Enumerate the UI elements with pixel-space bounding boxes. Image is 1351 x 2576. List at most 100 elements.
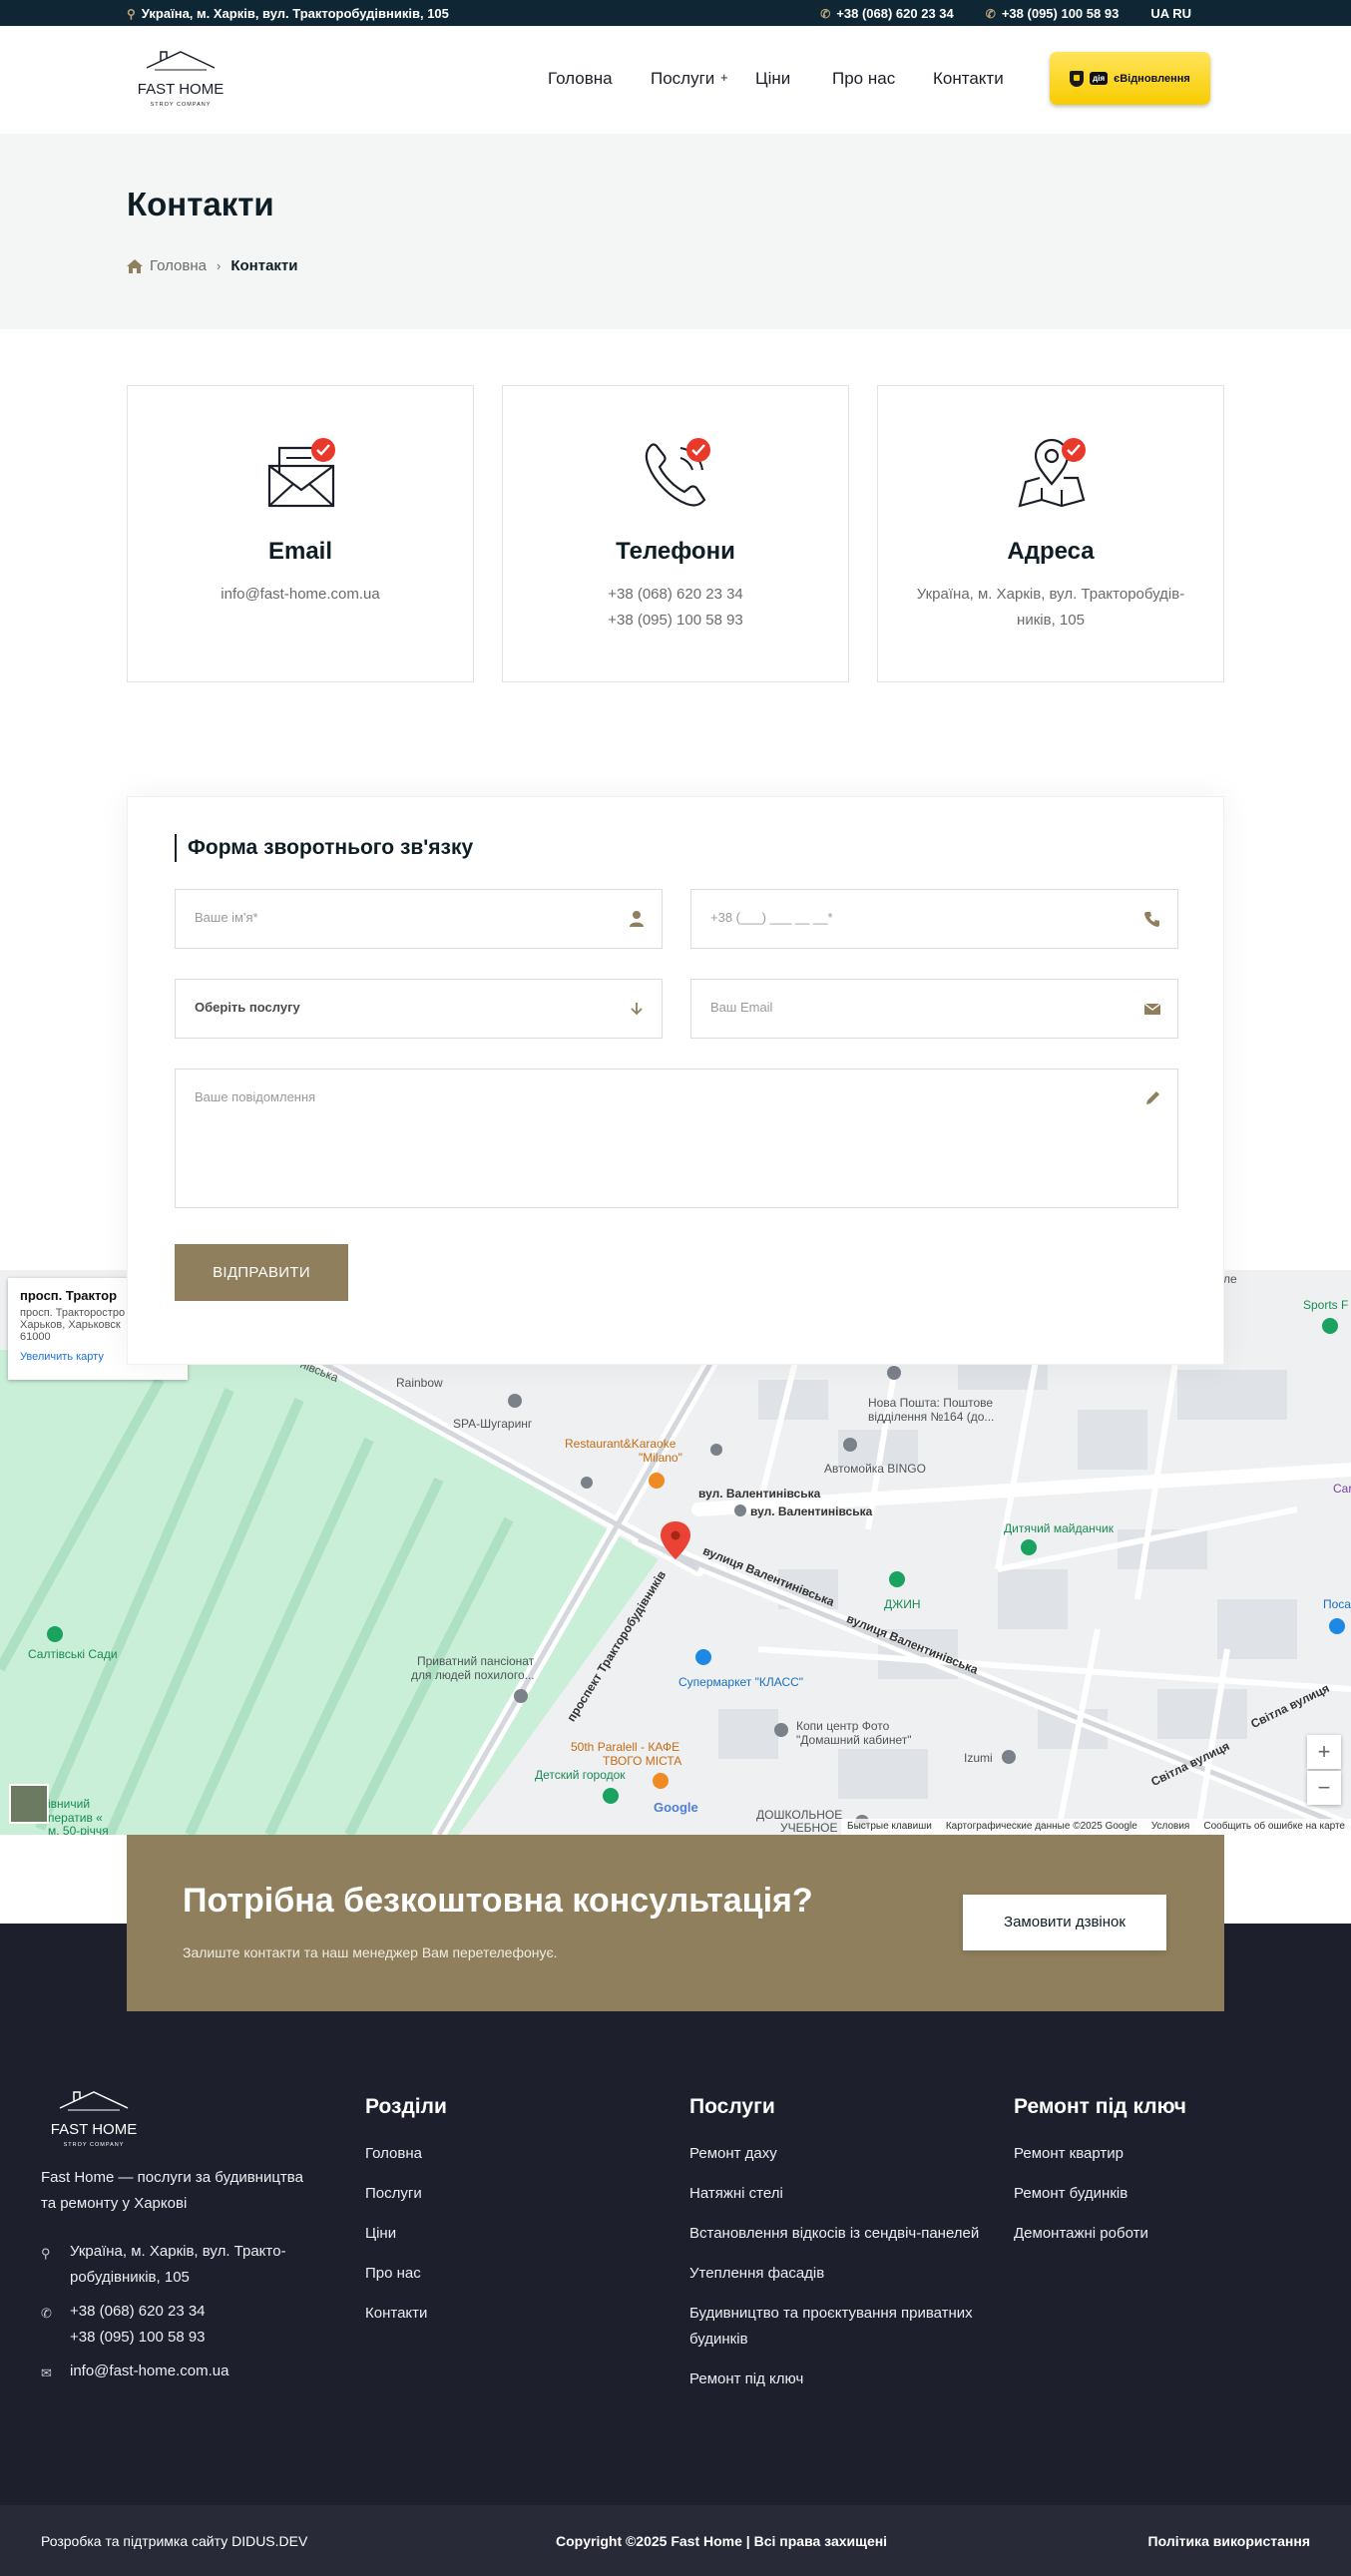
map-label: ДОШКОЛЬНОЕ [756, 1808, 843, 1822]
nav-item-prices[interactable]: Ціни [755, 69, 790, 89]
envelope-icon [1143, 1003, 1161, 1015]
developer-credit[interactable]: Розробка та підтримка сайту DIDUS.DEV [41, 2533, 307, 2549]
footer-logo[interactable]: FAST HOME STROY COMPANY [44, 2088, 144, 2154]
footer-col-title: Послуги [689, 2095, 775, 2118]
house-logo-icon: FAST HOME STROY COMPANY [51, 2091, 137, 2148]
map-label: івничий [48, 1797, 91, 1811]
zoom-in-button[interactable]: + [1307, 1735, 1341, 1769]
copyright: Copyright ©2025 Fast Home | Всі права за… [556, 2533, 888, 2549]
footer-link[interactable]: Ремонт будинків [1014, 2181, 1313, 2207]
footer-col-title: Ремонт під ключ [1014, 2095, 1186, 2118]
footer-link[interactable]: Натяжні стелі [689, 2181, 989, 2207]
footer-link[interactable]: Утеплення фасадів [689, 2261, 989, 2287]
submit-button[interactable]: ВІДПРАВИТИ [175, 1244, 348, 1301]
phone-icon: ✆ [985, 6, 996, 21]
breadcrumb-home-label[interactable]: Головна [150, 257, 207, 274]
map-label: ТВОГО МІСТА [603, 1754, 682, 1768]
breadcrumb-current: Контакти [230, 257, 298, 274]
language-switcher[interactable]: UA RU [1150, 6, 1191, 21]
footer-link[interactable]: Ціни [365, 2221, 645, 2247]
map-label: Поса [1323, 1597, 1351, 1611]
map-label: Приватний пансіонат [417, 1654, 535, 1668]
message-textarea[interactable]: Ваше повідомлення [175, 1069, 1178, 1208]
diia-evidnovlennia-button[interactable]: дія єВідновлення [1050, 52, 1210, 105]
footer-link[interactable]: Послуги [365, 2181, 645, 2207]
footer-phone-1[interactable]: +38 (068) 620 23 34 [70, 2299, 319, 2325]
card-title: Телефони [616, 538, 735, 565]
footer-col-title: Розділи [365, 2095, 447, 2118]
keyboard-shortcuts-link[interactable]: Быстрые клавиши [847, 1821, 932, 1833]
logo-name: FAST HOME [138, 81, 224, 98]
phones-card: Телефони +38 (068) 620 23 34 +38 (095) 1… [502, 385, 849, 682]
map-label: для людей похилого... [411, 1668, 535, 1682]
footer-phone-2[interactable]: +38 (095) 100 58 93 [70, 2325, 319, 2351]
card-value: +38 (068) 620 23 34 +38 (095) 100 58 93 [523, 582, 828, 634]
map-label: Супермаркет "КЛАСС" [678, 1675, 804, 1689]
topbar-phone-1[interactable]: ✆ +38 (068) 620 23 34 [820, 6, 954, 21]
phone-link-2[interactable]: +38 (095) 100 58 93 [523, 608, 828, 634]
email-link[interactable]: info@fast-home.com.ua [148, 582, 453, 608]
footer-link[interactable]: Встановлення відкосів із сендвіч-панелей [689, 2221, 989, 2247]
name-input[interactable]: Ваше ім'я* [175, 889, 663, 949]
map-data-credit: Картографические данные ©2025 Google [945, 1821, 1137, 1832]
chevron-right-icon: › [217, 258, 222, 273]
footer-link[interactable]: Ремонт даху [689, 2141, 989, 2167]
footer-link[interactable]: Ремонт під ключ [689, 2366, 989, 2392]
report-error-link[interactable]: Сообщить об ошибке на карте [1203, 1821, 1345, 1833]
house-logo-icon: FAST HOME STROY COMPANY [138, 51, 224, 108]
nav-item-contacts[interactable]: Контакти [933, 69, 1004, 89]
footer-link[interactable]: Про нас [365, 2261, 645, 2287]
footer-link[interactable]: Демонтажні роботи [1014, 2221, 1313, 2247]
topbar-phone-2-text[interactable]: +38 (095) 100 58 93 [1002, 6, 1119, 21]
home-icon [127, 258, 143, 273]
location-pin-icon: ⚲ [127, 6, 136, 21]
site-logo[interactable]: FAST HOME STROY COMPANY [133, 48, 228, 114]
card-value: info@fast-home.com.ua [148, 582, 453, 608]
breadcrumb: Головна › Контакти [127, 257, 298, 274]
map-label: Sports F [1303, 1298, 1349, 1312]
location-pin-icon: ⚲ [41, 2246, 51, 2261]
footer-link[interactable]: Ремонт квартир [1014, 2141, 1313, 2167]
footer-email: ✉ info@fast-home.com.ua [41, 2359, 319, 2384]
topbar-address-text: Україна, м. Харків, вул. Тракторобудівни… [141, 6, 449, 21]
breadcrumb-home[interactable]: Головна [127, 257, 207, 274]
map-label: УЧЕБНОЕ [780, 1821, 838, 1835]
arrow-down-icon [631, 1003, 643, 1016]
map-label: Car [1333, 1482, 1351, 1496]
nav-item-about[interactable]: Про нас [832, 69, 895, 89]
order-call-button[interactable]: Замовити дзвінок [963, 1895, 1166, 1950]
phone-input[interactable]: +38 (___) ___ __ __* [690, 889, 1178, 949]
phone-link-1[interactable]: +38 (068) 620 23 34 [523, 582, 828, 608]
phone-placeholder: +38 (___) ___ __ __* [710, 910, 833, 925]
footer-email-text[interactable]: info@fast-home.com.ua [70, 2359, 319, 2384]
usage-policy-link[interactable]: Політика використання [1148, 2533, 1310, 2549]
footer-link[interactable]: Будивництво та проєктування приватних бу… [689, 2301, 989, 2353]
feedback-form: Форма зворотнього зв'язку Ваше ім'я* +38… [127, 796, 1224, 1365]
map-label: м. 50-річчя [48, 1824, 109, 1835]
footer-logo-subtitle: STROY COMPANY [64, 2142, 125, 2148]
topbar-phone-1-text[interactable]: +38 (068) 620 23 34 [836, 6, 953, 21]
nav-item-services[interactable]: Послуги [651, 69, 714, 89]
footer-link[interactable]: Контакти [365, 2301, 645, 2327]
footer-link[interactable]: Головна [365, 2141, 645, 2167]
nav-services-plus-icon[interactable]: + [720, 70, 728, 85]
phone-icon: ✆ [41, 2306, 52, 2321]
footer-address: ⚲ Україна, м. Харків, вул. Трактo-робуді… [41, 2239, 319, 2291]
phone-icon: ✆ [820, 6, 831, 21]
diia-label: єВідновлення [1114, 72, 1190, 85]
map-label: відділення №164 (до... [868, 1410, 995, 1424]
bottom-bar: Розробка та підтримка сайту DIDUS.DEV Co… [0, 2505, 1351, 2576]
topbar-phone-2[interactable]: ✆ +38 (095) 100 58 93 [986, 6, 1120, 21]
footer-address-text: Україна, м. Харків, вул. Трактo-робудівн… [70, 2243, 286, 2286]
zoom-out-button[interactable]: − [1307, 1771, 1341, 1805]
pencil-icon [1146, 1091, 1159, 1104]
nav-item-home[interactable]: Головна [548, 69, 613, 89]
terms-link[interactable]: Условия [1151, 1821, 1190, 1833]
topbar-address: ⚲ Україна, м. Харків, вул. Тракторобудів… [127, 6, 449, 21]
service-select[interactable]: Оберіть послугу [175, 979, 663, 1039]
map-label: Копи центр Фото [796, 1719, 890, 1733]
cta-text: Залиште контакти та наш менеджер Вам пер… [183, 1944, 558, 1960]
service-select-value: Оберіть послугу [195, 1000, 300, 1015]
card-title: Email [267, 538, 333, 565]
email-input[interactable]: Ваш Email [690, 979, 1178, 1039]
